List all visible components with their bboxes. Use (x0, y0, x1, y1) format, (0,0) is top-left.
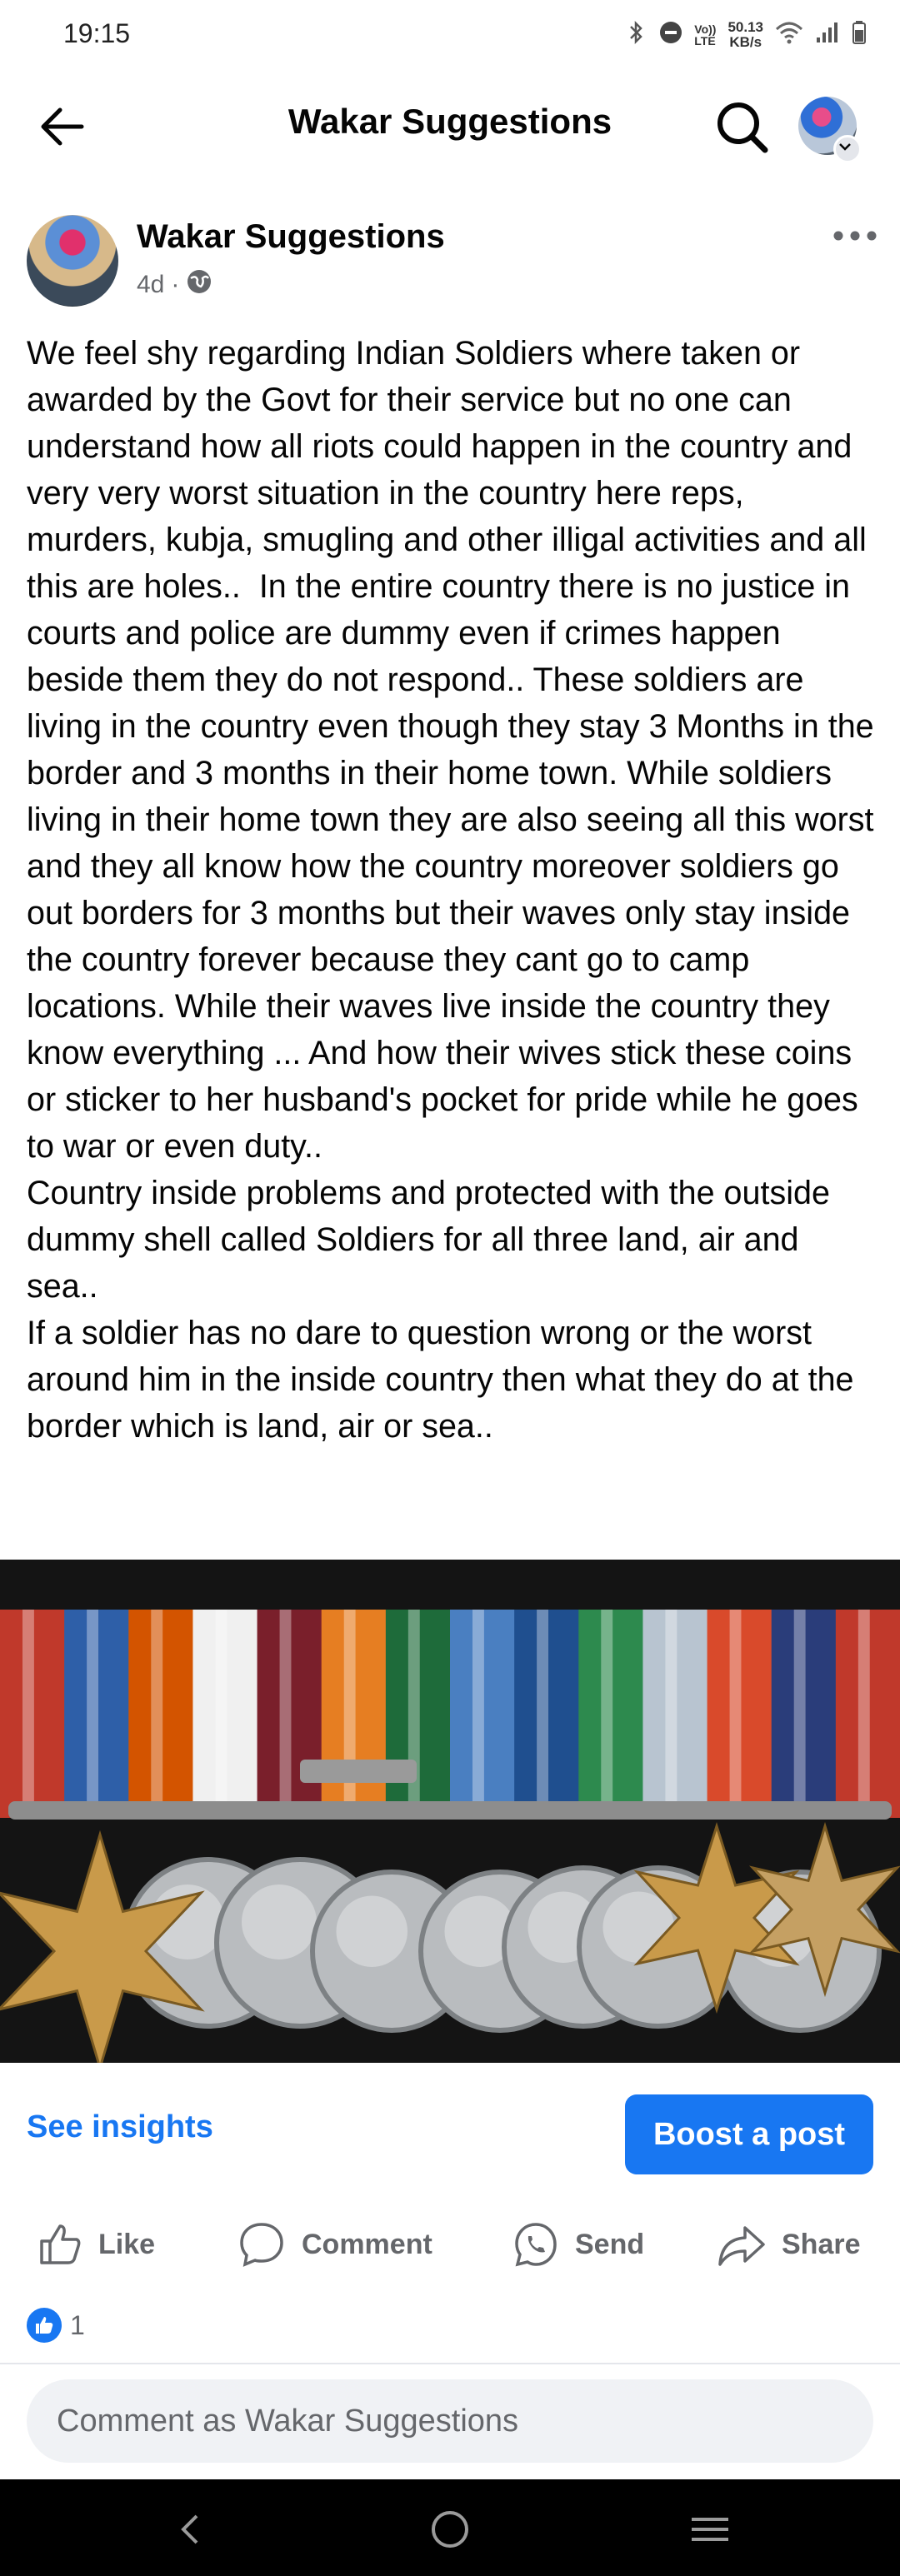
divider (0, 2363, 900, 2364)
share-label: Share (782, 2228, 861, 2260)
post-action-bar: Like Comment Send Share (0, 2209, 900, 2279)
status-bar: 19:15 Vo)) LTE 50.13 KB/s (0, 0, 900, 75)
globe-icon (186, 268, 212, 302)
ribbon-stripe-highlight (343, 1610, 356, 1818)
home-circle-icon (432, 2511, 468, 2548)
author-avatar[interactable] (27, 215, 118, 307)
nav-home-button[interactable] (425, 2504, 475, 2554)
ribbon-stripe-highlight (858, 1610, 870, 1818)
share-button[interactable]: Share (717, 2209, 861, 2279)
share-arrow-icon (718, 2226, 765, 2266)
signal-icon (815, 21, 840, 50)
post-time[interactable]: 4d (137, 271, 164, 299)
comment-input[interactable]: Comment as Wakar Suggestions (27, 2379, 873, 2463)
search-icon (718, 102, 768, 153)
ribbon-stripe-highlight (408, 1610, 420, 1818)
nav-recents-button[interactable] (685, 2504, 735, 2554)
see-insights-link[interactable]: See insights (27, 2109, 213, 2145)
network-speed: 50.13 KB/s (728, 19, 763, 50)
ribbon-stripe-highlight (22, 1610, 34, 1818)
status-time: 19:15 (63, 18, 131, 48)
medal-shine (336, 1895, 408, 1967)
like-button[interactable]: Like (37, 2209, 155, 2279)
ribbon-stripe-highlight (279, 1610, 292, 1818)
status-icons: Vo)) LTE 50.13 KB/s (626, 17, 867, 53)
like-reaction-icon (27, 2308, 62, 2343)
ribbon-stripe-highlight (729, 1610, 742, 1818)
reaction-summary[interactable]: 1 (27, 2306, 85, 2344)
app-header: Wakar Suggestions (0, 75, 900, 175)
ribbon-stripe-highlight (151, 1610, 163, 1818)
battery-icon (852, 20, 867, 51)
reaction-count: 1 (70, 2309, 85, 2340)
volte-indicator: Vo)) LTE (694, 22, 717, 47)
do-not-disturb-icon (659, 21, 682, 50)
more-options-button[interactable] (828, 215, 882, 257)
post-body-text: We feel shy regarding Indian Soldiers wh… (27, 335, 874, 1445)
wifi-icon (775, 21, 803, 50)
ribbon-stripe-highlight (665, 1610, 678, 1818)
comment-icon (240, 2223, 283, 2267)
ribbon-stripe-highlight (793, 1610, 806, 1818)
medal-clasp (300, 1760, 417, 1783)
medal-shine (242, 1885, 317, 1959)
ribbon-stripe-highlight (601, 1610, 613, 1818)
bluetooth-icon (626, 20, 648, 51)
menu-lines-icon (692, 2518, 728, 2541)
post-image[interactable] (0, 1560, 900, 2063)
chevron-left-icon (181, 2514, 198, 2544)
send-button[interactable]: Send (512, 2209, 644, 2279)
whatsapp-icon (515, 2223, 557, 2267)
boost-post-button[interactable]: Boost a post (625, 2094, 873, 2174)
comment-button[interactable]: Comment (237, 2209, 432, 2279)
meta-separator: · (171, 271, 180, 298)
search-button[interactable] (710, 95, 773, 158)
ribbon-stripe-highlight (87, 1610, 99, 1818)
post-meta: 4d · (137, 268, 212, 302)
send-label: Send (575, 2228, 645, 2260)
ribbon-stripe-highlight (472, 1610, 484, 1818)
like-label: Like (98, 2228, 156, 2260)
ribbon-stripe-highlight (215, 1610, 228, 1818)
nav-back-button[interactable] (165, 2504, 215, 2554)
medals-photo (0, 1560, 900, 2063)
comment-label: Comment (302, 2228, 432, 2260)
post-author-name[interactable]: Wakar Suggestions (137, 218, 445, 256)
ribbon-stripe-highlight (537, 1610, 549, 1818)
more-horizontal-icon (833, 231, 877, 241)
chevron-down-icon[interactable] (833, 135, 862, 163)
system-navigation-bar (0, 2479, 900, 2576)
thumbs-up-icon (40, 2224, 81, 2264)
